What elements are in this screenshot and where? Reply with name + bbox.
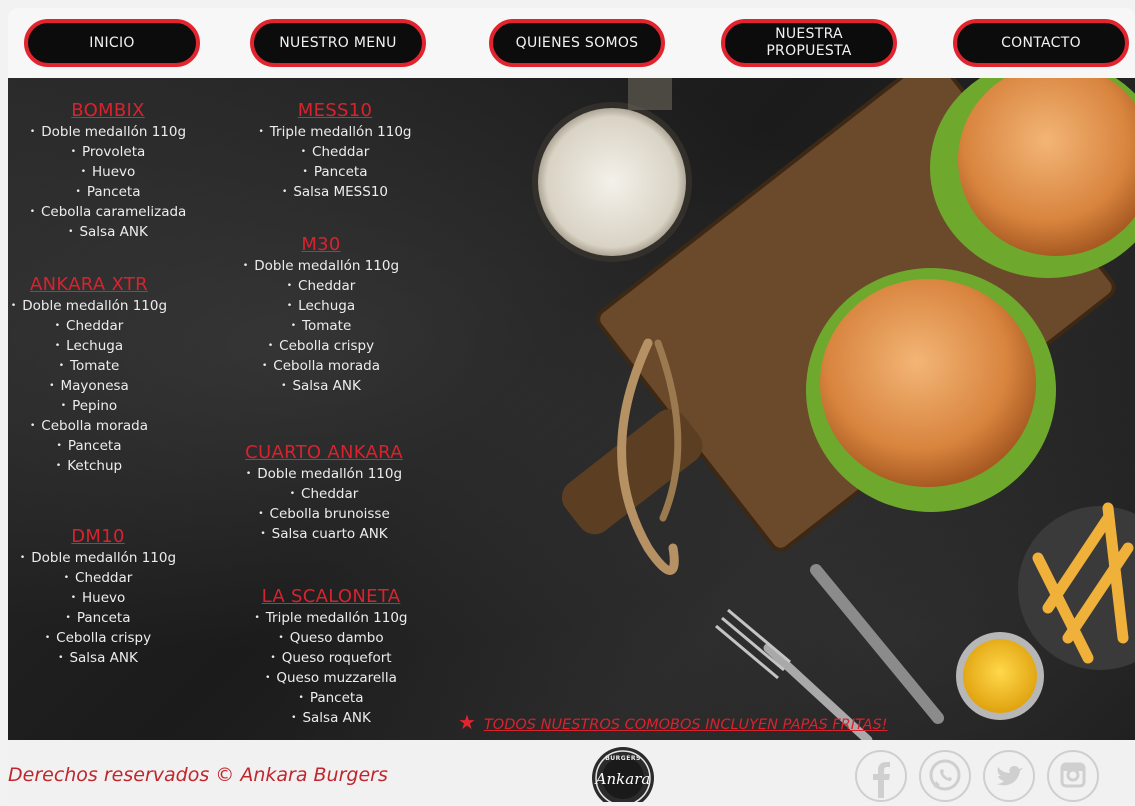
menu-title-la-scaloneta: LA SCALONETA [261, 586, 401, 607]
menu-ankara-xtr: ANKARA XTR Doble medallón 110g Cheddar L… [8, 274, 170, 476]
list-item: Queso dambo [236, 628, 426, 648]
top-navigation: INICIO NUESTRO MENU QUIENES SOMOS NUESTR… [8, 8, 1135, 78]
list-item: Cheddar [226, 276, 416, 296]
list-item: Cheddar [8, 568, 188, 588]
star-icon: ★ [458, 710, 476, 734]
list-item: Salsa ANK [8, 648, 188, 668]
menu-title-mess10: MESS10 [297, 100, 373, 121]
list-item: Cheddar [8, 316, 170, 336]
facebook-icon[interactable] [855, 750, 907, 802]
list-item: Cheddar [226, 484, 422, 504]
logo-name-text: Ankara [595, 770, 651, 788]
nav-propuesta-label: NUESTRA PROPUESTA [766, 26, 852, 59]
list-item: Lechuga [226, 296, 416, 316]
list-item: Provoleta [8, 142, 208, 162]
list-item: Cheddar [240, 142, 430, 162]
list-item: Tomate [8, 356, 170, 376]
nav-quienes-somos-button[interactable]: QUIENES SOMOS [489, 19, 665, 67]
footer: Derechos reservados © Ankara Burgers BUR… [8, 740, 1135, 806]
list-item: Panceta [236, 688, 426, 708]
menu-title-ankara-xtr: ANKARA XTR [30, 274, 148, 295]
list-item: Cebolla morada [8, 416, 170, 436]
menu-la-scaloneta: LA SCALONETA Triple medallón 110g Queso … [236, 586, 426, 728]
nav-quienes-somos-label: QUIENES SOMOS [515, 34, 639, 51]
list-item: Cebolla crispy [8, 628, 188, 648]
twitter-glyph-icon [997, 765, 1023, 786]
menu-dm10: DM10 Doble medallón 110g Cheddar Huevo P… [8, 526, 188, 668]
list-item: Lechuga [8, 336, 170, 356]
facebook-glyph-icon [873, 762, 890, 798]
list-item: Cebolla brunoisse [226, 504, 422, 524]
ankara-logo[interactable]: BURGERS Ankara [588, 744, 658, 806]
menu-title-m30: M30 [301, 234, 341, 255]
nav-menu-label: NUESTRO MENU [279, 34, 397, 51]
list-item: Salsa cuarto ANK [226, 524, 422, 544]
list-item: Huevo [8, 162, 208, 182]
promo-text: TODOS NUESTROS COMOBOS INCLUYEN PAPAS FR… [483, 717, 888, 733]
nav-menu-button[interactable]: NUESTRO MENU [250, 19, 426, 67]
list-item: Cebolla crispy [226, 336, 416, 356]
logo-top-text: BURGERS [605, 755, 641, 762]
whatsapp-icon[interactable] [919, 750, 971, 802]
list-item: Doble medallón 110g [226, 464, 422, 484]
instagram-icon[interactable] [1047, 750, 1099, 802]
list-item: Doble medallón 110g [226, 256, 416, 276]
list-item: Panceta [8, 436, 170, 456]
list-item: Salsa MESS10 [240, 182, 430, 202]
promo-banner: ★ TODOS NUESTROS COMOBOS INCLUYEN PAPAS F… [458, 710, 887, 734]
list-item: Ketchup [8, 456, 170, 476]
list-item: Huevo [8, 588, 188, 608]
list-item: Salsa ANK [8, 222, 208, 242]
list-item: Doble medallón 110g [8, 296, 170, 316]
list-item: Triple medallón 110g [240, 122, 430, 142]
list-item: Doble medallón 110g [8, 548, 188, 568]
menu-bombix: BOMBIX Doble medallón 110g Provoleta Hue… [8, 100, 208, 242]
list-item: Pepino [8, 396, 170, 416]
list-item: Tomate [226, 316, 416, 336]
nav-contacto-button[interactable]: CONTACTO [953, 19, 1129, 67]
whatsapp-glyph-icon [929, 759, 961, 791]
list-item: Doble medallón 110g [8, 122, 208, 142]
list-item: Panceta [240, 162, 430, 182]
instagram-glyph-icon [1060, 762, 1086, 788]
menu-title-dm10: DM10 [71, 526, 125, 547]
menu-m30: M30 Doble medallón 110g Cheddar Lechuga … [226, 234, 416, 396]
menu-title-bombix: BOMBIX [71, 100, 145, 121]
list-item: Triple medallón 110g [236, 608, 426, 628]
menu-cuarto-ankara: CUARTO ANKARA Doble medallón 110g Chedda… [226, 442, 422, 544]
list-item: Panceta [8, 608, 188, 628]
list-item: Mayonesa [8, 376, 170, 396]
menu-title-cuarto-ankara: CUARTO ANKARA [245, 442, 403, 463]
nav-contacto-label: CONTACTO [1001, 34, 1081, 51]
hero-menu-section: BOMBIX Doble medallón 110g Provoleta Hue… [8, 78, 1135, 740]
list-item: Queso roquefort [236, 648, 426, 668]
copyright-text: Derechos reservados © Ankara Burgers [8, 764, 388, 786]
nav-inicio-label: INICIO [89, 34, 135, 51]
nav-inicio-button[interactable]: INICIO [24, 19, 200, 67]
list-item: Cebolla morada [226, 356, 416, 376]
list-item: Cebolla caramelizada [8, 202, 208, 222]
list-item: Salsa ANK [226, 376, 416, 396]
list-item: Panceta [8, 182, 208, 202]
list-item: Queso muzzarella [236, 668, 426, 688]
nav-propuesta-button[interactable]: NUESTRA PROPUESTA [721, 19, 897, 67]
menu-mess10: MESS10 Triple medallón 110g Cheddar Panc… [240, 100, 430, 202]
twitter-icon[interactable] [983, 750, 1035, 802]
list-item: Salsa ANK [236, 708, 426, 728]
